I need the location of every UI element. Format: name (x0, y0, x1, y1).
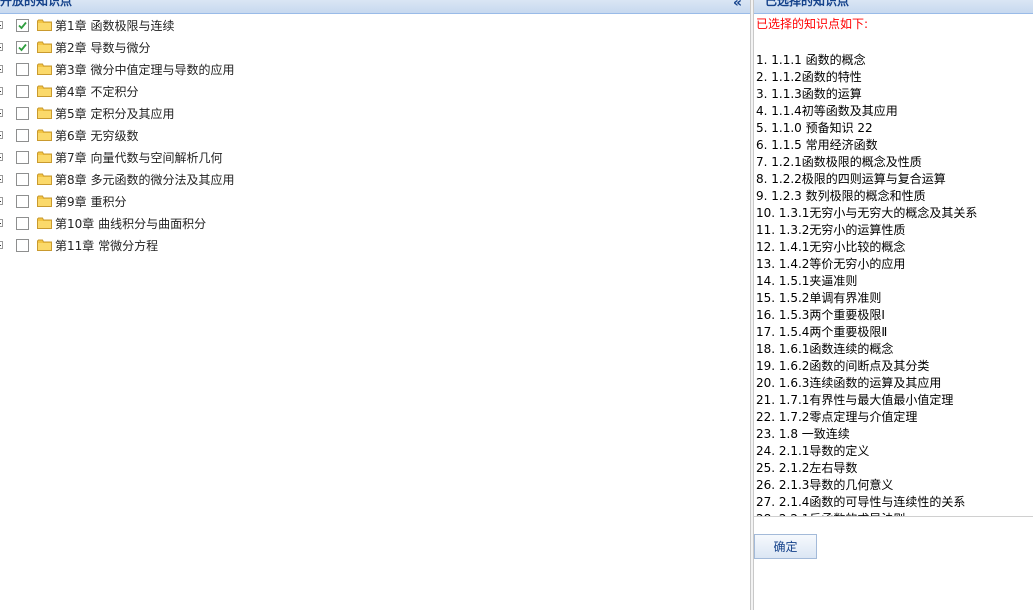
chapter-label: 第6章 无穷级数 (55, 129, 139, 143)
tree-node-chapter-5[interactable]: 第5章 定积分及其应用 (0, 103, 740, 125)
selected-item: 21. 1.7.1有界性与最大值最小值定理 (756, 393, 954, 407)
confirm-button[interactable]: 确定 (754, 534, 817, 559)
chapter-checkbox[interactable] (16, 41, 29, 54)
chapter-checkbox[interactable] (16, 239, 29, 252)
folder-icon (37, 151, 52, 163)
selected-list-header: 已选择的知识点如下: (756, 17, 869, 31)
expand-icon[interactable] (0, 175, 3, 183)
folder-icon (37, 217, 52, 229)
expand-icon[interactable] (0, 109, 3, 117)
selected-item: 8. 1.2.2极限的四则运算与复合运算 (756, 172, 946, 186)
chapter-checkbox[interactable] (16, 173, 29, 186)
expand-icon[interactable] (0, 153, 3, 161)
chapter-label: 第4章 不定积分 (55, 85, 139, 99)
chapter-label: 第5章 定积分及其应用 (55, 107, 175, 121)
selected-item: 13. 1.4.2等价无穷小的应用 (756, 257, 906, 271)
tree-node-chapter-6[interactable]: 第6章 无穷级数 (0, 125, 740, 147)
selected-item: 4. 1.1.4初等函数及其应用 (756, 104, 898, 118)
selected-item: 25. 2.1.2左右导数 (756, 461, 858, 475)
selected-item: 27. 2.1.4函数的可导性与连续性的关系 (756, 495, 966, 509)
collapse-icon[interactable]: « (733, 0, 742, 11)
tree-node-chapter-3[interactable]: 第3章 微分中值定理与导数的应用 (0, 59, 740, 81)
selected-item: 18. 1.6.1函数连续的概念 (756, 342, 894, 356)
right-panel-title: 已选择的知识点 (765, 0, 850, 8)
selected-item: 19. 1.6.2函数的间断点及其分类 (756, 359, 930, 373)
expand-icon[interactable] (0, 43, 3, 51)
selected-item: 23. 1.8 一致连续 (756, 427, 850, 441)
folder-icon (37, 129, 52, 141)
folder-icon (37, 239, 52, 251)
selected-item: 5. 1.1.0 预备知识 22 (756, 121, 873, 135)
selected-item: 20. 1.6.3连续函数的运算及其应用 (756, 376, 942, 390)
selected-item: 1. 1.1.1 函数的概念 (756, 53, 866, 67)
chapter-label: 第2章 导数与微分 (55, 41, 151, 55)
tree-node-chapter-11[interactable]: 第11章 常微分方程 (0, 235, 740, 257)
chapter-tree: 第1章 函数极限与连续 第2章 导数与微分第3章 微分中值定理与导数的应用 第4章 … (0, 15, 740, 257)
selected-item: 10. 1.3.1无穷小与无穷大的概念及其关系 (756, 206, 978, 220)
chapter-label: 第7章 向量代数与空间解析几何 (55, 151, 223, 165)
selected-item: 3. 1.1.3函数的运算 (756, 87, 862, 101)
selected-item: 7. 1.2.1函数极限的概念及性质 (756, 155, 922, 169)
chapter-checkbox[interactable] (16, 85, 29, 98)
chapter-label: 第9章 重积分 (55, 195, 127, 209)
selected-item: 17. 1.5.4两个重要极限Ⅱ (756, 325, 888, 339)
left-panel-title: 开放的知识点 (0, 0, 73, 8)
expand-icon[interactable] (0, 21, 3, 29)
chapter-checkbox[interactable] (16, 151, 29, 164)
folder-icon (37, 19, 52, 31)
open-knowledge-panel: 开放的知识点 « 第1章 函数极限与连续 第2章 导数与微分第3章 微分中值定理与… (0, 0, 750, 610)
selected-item: 12. 1.4.1无穷小比较的概念 (756, 240, 906, 254)
tree-node-chapter-7[interactable]: 第7章 向量代数与空间解析几何 (0, 147, 740, 169)
folder-icon (37, 173, 52, 185)
folder-icon (37, 63, 52, 75)
selected-item: 11. 1.3.2无穷小的运算性质 (756, 223, 906, 237)
tree-node-chapter-10[interactable]: 第10章 曲线积分与曲面积分 (0, 213, 740, 235)
tree-node-chapter-1[interactable]: 第1章 函数极限与连续 (0, 15, 740, 37)
expand-icon[interactable] (0, 219, 3, 227)
selected-item: 28. 2.2.1反函数的求导法则 (756, 511, 1033, 516)
folder-icon (37, 85, 52, 97)
chapter-checkbox[interactable] (16, 107, 29, 120)
folder-icon (37, 41, 52, 53)
selected-list: 1. 1.1.1 函数的概念 2. 1.1.2函数的特性 3. 1.1.3函数的运算… (756, 52, 1033, 516)
selected-knowledge-panel: 已选择的知识点 已选择的知识点如下: 1. 1.1.1 函数的概念 2. 1.1.… (754, 0, 1033, 610)
selected-item: 6. 1.1.5 常用经济函数 (756, 138, 878, 152)
expand-icon[interactable] (0, 87, 3, 95)
tree-node-chapter-8[interactable]: 第8章 多元函数的微分法及其应用 (0, 169, 740, 191)
left-panel-header: 开放的知识点 « (0, 0, 750, 14)
chapter-label: 第1章 函数极限与连续 (55, 19, 175, 33)
selected-item: 15. 1.5.2单调有界准则 (756, 291, 882, 305)
expand-icon[interactable] (0, 197, 3, 205)
selected-item: 22. 1.7.2零点定理与介值定理 (756, 410, 918, 424)
chapter-checkbox[interactable] (16, 129, 29, 142)
selected-item: 24. 2.1.1导数的定义 (756, 444, 870, 458)
folder-icon (37, 195, 52, 207)
selected-item: 16. 1.5.3两个重要极限Ⅰ (756, 308, 885, 322)
expand-icon[interactable] (0, 131, 3, 139)
chapter-checkbox[interactable] (16, 63, 29, 76)
chapter-checkbox[interactable] (16, 195, 29, 208)
selected-item: 14. 1.5.1夹逼准则 (756, 274, 858, 288)
chapter-label: 第10章 曲线积分与曲面积分 (55, 217, 207, 231)
chapter-checkbox[interactable] (16, 19, 29, 32)
selected-list-box[interactable]: 已选择的知识点如下: 1. 1.1.1 函数的概念 2. 1.1.2函数的特性 3.… (754, 14, 1033, 517)
chapter-label: 第11章 常微分方程 (55, 239, 159, 253)
selected-item: 26. 2.1.3导数的几何意义 (756, 478, 894, 492)
expand-icon[interactable] (0, 65, 3, 73)
chapter-label: 第8章 多元函数的微分法及其应用 (55, 173, 235, 187)
expand-icon[interactable] (0, 241, 3, 249)
right-panel-header: 已选择的知识点 (754, 0, 1033, 14)
chapter-checkbox[interactable] (16, 217, 29, 230)
tree-node-chapter-9[interactable]: 第9章 重积分 (0, 191, 740, 213)
tree-node-chapter-4[interactable]: 第4章 不定积分 (0, 81, 740, 103)
tree-node-chapter-2[interactable]: 第2章 导数与微分 (0, 37, 740, 59)
selected-item: 2. 1.1.2函数的特性 (756, 70, 862, 84)
folder-icon (37, 107, 52, 119)
selected-item: 9. 1.2.3 数列极限的概念和性质 (756, 189, 926, 203)
chapter-label: 第3章 微分中值定理与导数的应用 (55, 63, 235, 77)
